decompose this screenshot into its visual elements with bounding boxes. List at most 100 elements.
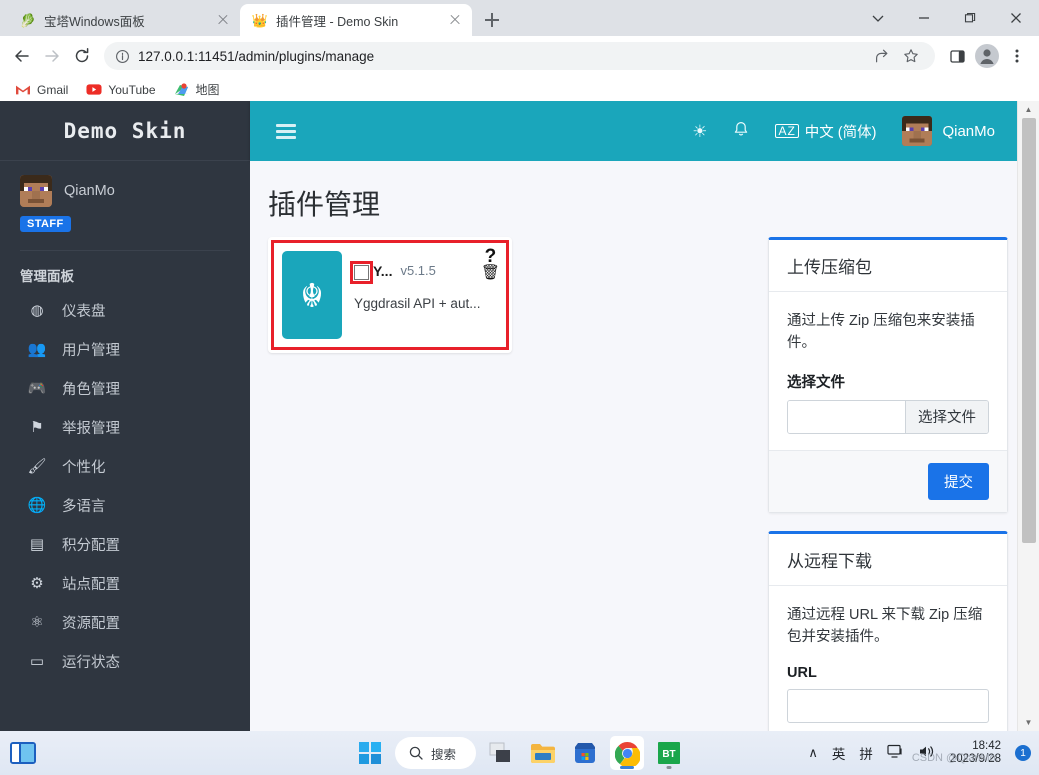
network-icon[interactable] (887, 744, 904, 762)
plugin-enable-checkbox[interactable] (350, 261, 373, 284)
file-input[interactable] (788, 400, 905, 433)
panel-description: 通过远程 URL 来下载 Zip 压缩包并安装插件。 (787, 606, 983, 646)
page-title: 插件管理 (268, 189, 381, 220)
topbar-user[interactable]: QianMo (902, 116, 995, 146)
file-explorer-icon[interactable] (526, 736, 560, 770)
menu-toggle-icon[interactable] (276, 123, 296, 139)
new-tab-button[interactable] (478, 6, 506, 34)
bookmark-maps[interactable]: 地图 (167, 78, 227, 101)
taskbar-search[interactable]: 搜索 (394, 737, 476, 769)
tab-search-chevron-icon[interactable] (855, 2, 901, 34)
url-field-label: URL (787, 664, 817, 681)
scroll-down-arrow-icon[interactable]: ▼ (1018, 714, 1039, 731)
sidebar-item-label: 站点配置 (62, 577, 120, 593)
bookmark-label: Gmail (37, 82, 69, 97)
widgets-icon[interactable] (10, 742, 36, 764)
sidebar-item-roles[interactable]: 🎮 角色管理 (0, 369, 250, 408)
bookmark-star-icon[interactable] (897, 42, 925, 70)
page-scrollbar[interactable]: ▲ ▼ (1017, 101, 1039, 731)
sidebar-user-block: QianMo STAFF (0, 161, 250, 242)
choose-file-button[interactable]: 选择文件 (905, 400, 988, 433)
plugin-card-shell: ☬ Y... v5.1.5 ? 🗑 Yggdrasil API + aut... (268, 237, 512, 353)
submit-button[interactable]: 提交 (928, 462, 989, 500)
plugin-card[interactable]: ☬ Y... v5.1.5 ? 🗑 Yggdrasil API + aut... (271, 240, 509, 350)
url-input[interactable] (787, 688, 989, 723)
taskbar-center: 搜索 BT (353, 736, 686, 770)
sidebar-item-label: 积分配置 (62, 538, 120, 554)
browser-tab-1[interactable]: 🥬 宝塔Windows面板 (8, 4, 240, 36)
back-icon[interactable] (8, 42, 36, 70)
minimize-icon[interactable] (901, 2, 947, 34)
sidebar-item-reports[interactable]: ⚑ 举报管理 (0, 408, 250, 447)
windows-logo (358, 742, 381, 764)
sidebar-item-languages[interactable]: 🌐 多语言 (0, 486, 250, 525)
tab-close-icon[interactable] (446, 11, 464, 29)
task-view-icon[interactable] (484, 736, 518, 770)
windows-start-icon[interactable] (353, 736, 387, 770)
panel-body: 通过远程 URL 来下载 Zip 压缩包并安装插件。 URL (769, 586, 1007, 731)
taskbar-search-label: 搜索 (430, 747, 456, 762)
tray-chevron-icon[interactable]: ∧ (808, 745, 818, 761)
profile-icon[interactable] (973, 42, 1001, 70)
maximize-restore-icon[interactable] (947, 2, 993, 34)
tab-close-icon[interactable] (214, 11, 232, 29)
bell-icon[interactable] (733, 121, 749, 141)
taskbar-clock[interactable]: 18:42 2023/9/28 CSDN @QianMo. (912, 740, 1001, 766)
microsoft-store-icon[interactable] (568, 736, 602, 770)
bookmark-gmail[interactable]: Gmail (8, 79, 75, 101)
chrome-menu-icon[interactable] (1003, 42, 1031, 70)
site-info-icon[interactable] (114, 48, 130, 64)
sidebar-item-label: 运行状态 (62, 655, 120, 671)
language-switcher[interactable]: AZ 中文 (简体) (775, 121, 876, 142)
bt-panel-icon[interactable]: BT (652, 736, 686, 770)
page-content: 插件管理 ☬ Y... v5.1.5 ? 🗑 Yggdrasil API + a… (250, 161, 1017, 731)
sidebar-item-resource-config[interactable]: ⚛ 资源配置 (0, 603, 250, 642)
brush-icon: 🖌 (27, 458, 47, 475)
globe-icon: 🌐 (27, 497, 47, 514)
topbar-right: ☀ AZ 中文 (简体) QianMo (692, 116, 995, 146)
bookmark-label: 地图 (195, 83, 220, 97)
scrollbar-thumb[interactable] (1022, 118, 1036, 543)
sidebar-item-customization[interactable]: 🖌 个性化 (0, 447, 250, 486)
plugin-khanda-icon: ☬ (282, 251, 342, 339)
reload-icon[interactable] (68, 42, 96, 70)
google-chrome-icon[interactable] (610, 736, 644, 770)
ime-language-indicator[interactable]: 英 (832, 743, 846, 763)
language-label: 中文 (简体) (804, 124, 877, 141)
notification-badge[interactable]: 1 (1015, 745, 1031, 761)
panel-title: 上传压缩包 (769, 240, 1007, 292)
taskbar-left (10, 742, 36, 764)
google-maps-icon (174, 82, 190, 98)
ime-mode-indicator[interactable]: 拼 (859, 743, 873, 763)
help-icon[interactable]: ? (485, 247, 497, 266)
sidebar-item-site-config[interactable]: ⚙ 站点配置 (0, 564, 250, 603)
gear-icon[interactable]: ☀ (692, 123, 707, 140)
file-input-group[interactable]: 选择文件 (787, 399, 989, 434)
avatar (20, 175, 52, 207)
sidebar-item-label: 仪表盘 (62, 304, 106, 320)
sidebar-item-label: 角色管理 (62, 382, 120, 398)
forward-icon[interactable] (38, 42, 66, 70)
scroll-up-arrow-icon[interactable]: ▲ (1018, 101, 1039, 118)
address-bar-url: 127.0.0.1:11451/admin/plugins/manage (138, 48, 375, 64)
sidebar-item-dashboard[interactable]: ◍ 仪表盘 (0, 291, 250, 330)
browser-tab-2[interactable]: 👑 插件管理 - Demo Skin (240, 4, 472, 36)
close-icon[interactable] (993, 2, 1039, 34)
sidebar-item-score-config[interactable]: ▤ 积分配置 (0, 525, 250, 564)
screen: 🥬 宝塔Windows面板 👑 插件管理 - Demo Skin 127.0.0… (0, 0, 1039, 775)
sidebar-item-users[interactable]: 👥 用户管理 (0, 330, 250, 369)
app-brand[interactable]: Demo Skin (0, 101, 250, 161)
remote-download-panel: 从远程下载 通过远程 URL 来下载 Zip 压缩包并安装插件。 URL (768, 530, 1008, 731)
windows-taskbar: 搜索 BT ∧ 英 拼 18:42 2023/9/28 CSDN @QianMo… (0, 731, 1039, 775)
address-bar[interactable]: 127.0.0.1:11451/admin/plugins/manage (104, 42, 935, 70)
sidebar-item-status[interactable]: ▭ 运行状态 (0, 642, 250, 681)
gear-icon: ⚙ (30, 575, 44, 592)
panel-title: 从远程下载 (769, 534, 1007, 586)
tab-favicon-demo-skin: 👑 (251, 12, 269, 28)
sidebar-user-row[interactable]: QianMo (20, 175, 230, 207)
side-panel-icon[interactable] (943, 42, 971, 70)
bookmark-youtube[interactable]: YouTube (79, 79, 162, 101)
share-icon[interactable] (867, 42, 895, 70)
trash-icon[interactable]: 🗑 (481, 265, 500, 281)
svg-text:BT: BT (662, 749, 675, 760)
